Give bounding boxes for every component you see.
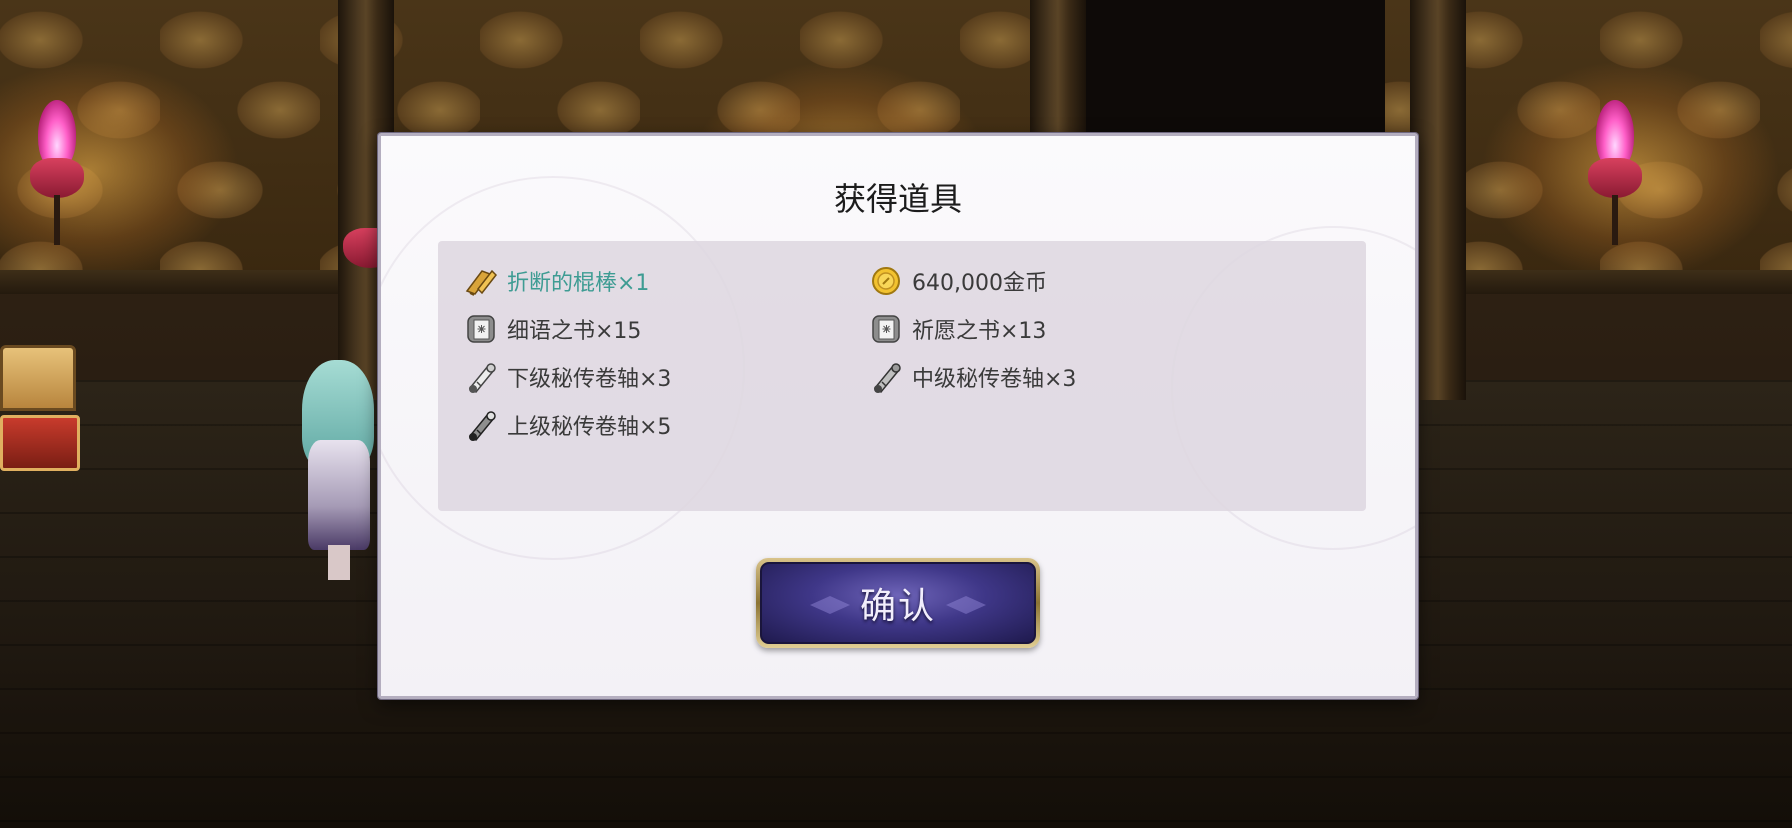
torch <box>22 100 92 250</box>
reward-item[interactable]: 中级秘传卷轴×3 <box>868 357 1076 397</box>
torch-holder <box>1588 158 1642 198</box>
reward-item[interactable]: 640,000金币 <box>868 261 1047 301</box>
confirm-button[interactable]: 确认 <box>756 558 1040 648</box>
player-character <box>298 360 378 580</box>
book-icon <box>463 311 499 347</box>
character-robe <box>308 440 370 550</box>
torch <box>1580 100 1650 250</box>
button-ornament <box>810 596 850 614</box>
item-label: 640,000金币 <box>912 271 1047 296</box>
treasure-chest[interactable] <box>0 345 80 473</box>
reward-item[interactable]: 下级秘传卷轴×3 <box>463 357 671 397</box>
scroll-icon <box>463 407 499 443</box>
item-reward-dialog: 获得道具 折断的棍棒×1 640,000金币 细语之书×15 祈愿之书×13 下… <box>378 133 1418 699</box>
chest-lid <box>0 345 76 411</box>
item-label: 下级秘传卷轴×3 <box>507 367 672 392</box>
torch-stem <box>54 195 60 245</box>
button-ornament <box>946 596 986 614</box>
dungeon-doorway <box>1085 0 1385 140</box>
item-label: 上级秘传卷轴×5 <box>507 415 672 440</box>
torch-stem <box>1612 195 1618 245</box>
reward-items-panel: 折断的棍棒×1 640,000金币 细语之书×15 祈愿之书×13 下级秘传卷轴… <box>438 241 1366 511</box>
reward-item[interactable]: 折断的棍棒×1 <box>463 261 649 301</box>
item-label: 祈愿之书×13 <box>912 319 1047 344</box>
chest-body <box>0 415 80 471</box>
book-icon <box>868 311 904 347</box>
reward-item[interactable]: 细语之书×15 <box>463 309 641 349</box>
torch-holder <box>30 158 84 198</box>
reward-item[interactable]: 祈愿之书×13 <box>868 309 1046 349</box>
confirm-button-face: 确认 <box>760 562 1036 644</box>
gold-coin-icon <box>868 263 904 299</box>
item-label: 细语之书×15 <box>507 319 642 344</box>
dialog-title: 获得道具 <box>833 180 962 218</box>
scroll-icon <box>463 359 499 395</box>
character-legs <box>328 545 350 580</box>
scroll-icon <box>868 359 904 395</box>
reward-item[interactable]: 上级秘传卷轴×5 <box>463 405 671 445</box>
confirm-button-label: 确认 <box>859 586 936 627</box>
item-label: 中级秘传卷轴×3 <box>912 367 1077 392</box>
pillar <box>1410 0 1466 400</box>
broken-club-icon <box>463 263 499 299</box>
item-label: 折断的棍棒×1 <box>507 271 650 296</box>
